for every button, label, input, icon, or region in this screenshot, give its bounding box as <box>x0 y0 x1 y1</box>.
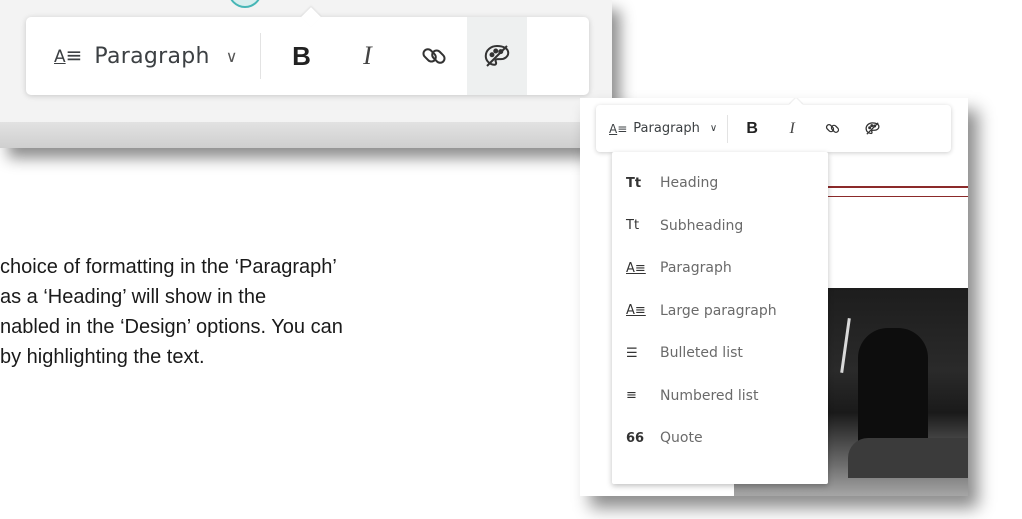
bold-button[interactable]: B <box>732 120 772 138</box>
menu-item-label: Quote <box>660 430 703 447</box>
link-icon <box>825 124 839 133</box>
bulleted-list-icon: ☰ <box>626 345 638 361</box>
paragraph-style-label: Paragraph <box>94 43 210 69</box>
page-edge-strip <box>0 122 612 148</box>
formatting-toolbar: A≡ Paragraph ∨ B I <box>596 98 951 152</box>
accent-line <box>828 186 968 188</box>
paragraph-style-menu: Tt Heading Tt Subheading A≡ Paragraph A≡… <box>612 152 828 484</box>
menu-item-quote[interactable]: 66 Quote <box>612 417 828 460</box>
chevron-down-icon: ∨ <box>225 46 238 66</box>
menu-item-heading[interactable]: Tt Heading <box>612 162 828 205</box>
menu-item-numbered-list[interactable]: ≡ Numbered list <box>612 375 828 418</box>
link-button[interactable] <box>401 17 467 95</box>
italic-button[interactable]: I <box>335 17 401 95</box>
quote-icon: 66 <box>626 430 645 446</box>
numbered-list-icon: ≡ <box>626 388 637 404</box>
large-paragraph-icon: A≡ <box>626 303 646 319</box>
palette-icon <box>484 44 509 67</box>
avatar <box>228 0 262 8</box>
menu-item-label: Subheading <box>660 217 744 234</box>
paragraph-style-icon: A≡ <box>609 121 628 136</box>
photo-shape <box>848 438 968 478</box>
palette-icon <box>865 122 880 135</box>
menu-item-label: Numbered list <box>660 387 759 404</box>
paragraph-style-dropdown[interactable]: A≡ Paragraph ∨ <box>26 17 260 95</box>
design-button[interactable] <box>466 17 527 95</box>
italic-button[interactable]: I <box>772 120 812 138</box>
paragraph-style-dropdown[interactable]: A≡ Paragraph ∨ <box>596 105 727 152</box>
accent-line <box>828 196 968 197</box>
link-icon <box>421 48 446 64</box>
text-line: as a ‘Heading’ will show in the <box>0 286 267 308</box>
text-line: choice of formatting in the ‘Paragraph’ <box>0 256 337 278</box>
subheading-icon: Tt <box>626 218 640 234</box>
menu-item-label: Bulleted list <box>660 345 743 362</box>
menu-item-bulleted-list[interactable]: ☰ Bulleted list <box>612 332 828 375</box>
formatting-toolbar-zoomed: A≡ Paragraph ∨ B I <box>26 7 589 95</box>
heading-icon: Tt <box>626 175 642 191</box>
toolbar-divider <box>259 33 261 79</box>
menu-item-paragraph[interactable]: A≡ Paragraph <box>612 247 828 290</box>
menu-item-label: Heading <box>660 175 719 192</box>
editor-screenshot: A≡ Paragraph ∨ B I Tt Heading Tt Subhead… <box>580 98 968 496</box>
design-button[interactable] <box>852 120 892 137</box>
paragraph-style-label: Paragraph <box>633 121 700 136</box>
bold-button[interactable]: B <box>269 17 335 95</box>
menu-item-label: Paragraph <box>660 260 732 277</box>
text-line: nabled in the ‘Design’ options. You can <box>0 316 343 338</box>
paragraph-style-icon: A≡ <box>54 43 83 67</box>
toolbar-divider <box>727 114 729 143</box>
menu-item-label: Large paragraph <box>660 302 777 319</box>
menu-item-large-paragraph[interactable]: A≡ Large paragraph <box>612 290 828 333</box>
paragraph-icon: A≡ <box>626 260 646 276</box>
link-button[interactable] <box>812 120 852 137</box>
chevron-down-icon: ∨ <box>709 123 718 134</box>
toolbar-pointer <box>788 98 804 113</box>
instruction-text: choice of formatting in the ‘Paragraph’ … <box>0 252 540 372</box>
text-line: by highlighting the text. <box>0 346 205 368</box>
zoomed-toolbar-screenshot: A≡ Paragraph ∨ B I <box>0 0 612 148</box>
photo-highlight <box>840 318 851 373</box>
menu-item-subheading[interactable]: Tt Subheading <box>612 205 828 248</box>
